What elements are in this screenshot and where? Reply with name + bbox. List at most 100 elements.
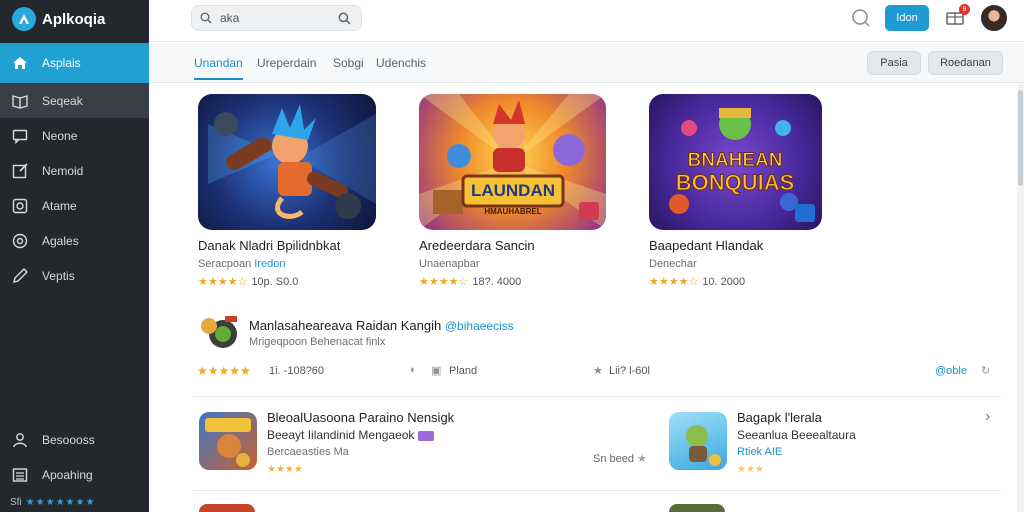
star-outline-icon: ★ bbox=[593, 365, 603, 377]
list-item-meta: Sn beed ★ bbox=[593, 452, 647, 465]
app-card-link[interactable]: Iredon bbox=[254, 258, 285, 270]
sidebar-item-2[interactable]: Neone bbox=[0, 118, 149, 153]
sidebar-item-4[interactable]: Atame bbox=[0, 188, 149, 223]
filter-pill-0[interactable]: Pasia bbox=[867, 51, 921, 75]
list-item-title: BleoalUasoona Paraino Nensigk bbox=[267, 410, 455, 425]
tab-0[interactable]: Unandan bbox=[194, 56, 243, 80]
list-icon bbox=[12, 467, 28, 483]
search-shortcut-icon[interactable] bbox=[851, 8, 871, 28]
app-card-subtitle: Denechar bbox=[649, 258, 849, 270]
card-art-caption: BNAHEAN bbox=[688, 150, 783, 171]
search-submit-icon[interactable] bbox=[338, 12, 351, 25]
app-card-1[interactable]: LAUNDAN HMAUHABREL Aredeerdara Sancin Un… bbox=[419, 94, 619, 288]
sidebar-footer-rating: Sfi ★★★★★★★ bbox=[10, 497, 95, 508]
sidebar-item-list[interactable]: Apoahing bbox=[0, 457, 149, 492]
app-card-2[interactable]: BNAHEAN BONQUIAS Baapedant Hlandak Denec… bbox=[649, 94, 849, 288]
card-art-subcaption: HMAUHABREL bbox=[484, 207, 541, 216]
book-icon bbox=[12, 93, 28, 109]
sidebar-nav: Asplais Seqeak Neone Nemoid Atame Agales… bbox=[0, 43, 149, 293]
list-item-meta-text: Sn beed bbox=[593, 453, 634, 465]
sidebar-item-label: Atame bbox=[42, 198, 77, 213]
tab-bar: Unandan Ureperdain Sobgi Udenchis Pasia … bbox=[149, 43, 1024, 83]
list-item-0[interactable]: BleoalUasoona Paraino Nensigk Beeayt Iil… bbox=[197, 410, 667, 482]
list-item-detail: Rtiek AIE bbox=[737, 446, 783, 458]
notifications-button[interactable]: 9 bbox=[945, 4, 970, 28]
search-input[interactable] bbox=[220, 11, 330, 25]
footer-rating-label: Sfi bbox=[10, 497, 22, 508]
edit-icon bbox=[12, 162, 28, 179]
avatar[interactable] bbox=[981, 5, 1007, 31]
app-card-title: Baapedant Hlandak bbox=[649, 238, 764, 253]
scrollbar[interactable] bbox=[1017, 84, 1024, 512]
app-card-image: BNAHEAN BONQUIAS bbox=[649, 94, 822, 230]
scrollbar-thumb[interactable] bbox=[1018, 90, 1023, 186]
app-card-publisher: Unaenapbar bbox=[419, 258, 480, 270]
rating-stars-icon: ★★★★☆ bbox=[649, 276, 699, 288]
list-item-image bbox=[199, 412, 257, 470]
pencil-icon bbox=[12, 267, 28, 284]
search-box[interactable] bbox=[191, 5, 362, 31]
app-card-title: Aredeerdara Sancin bbox=[419, 238, 535, 253]
search-icon bbox=[200, 12, 212, 24]
rating-stars-icon: ★★★ bbox=[737, 464, 764, 475]
app-card-subtitle: Seracpoan Iredon bbox=[198, 258, 398, 270]
sidebar-item-label: Apoahing bbox=[42, 467, 93, 482]
app-card-rating: ★★★★☆ 18?. 4000 bbox=[419, 275, 619, 289]
sidebar-item-label: Agales bbox=[42, 233, 79, 248]
featured-link[interactable]: @oble bbox=[935, 365, 967, 377]
user-icon bbox=[12, 432, 28, 448]
sidebar: Aplkoqia Asplais Seqeak Neone Nemoid Ata… bbox=[0, 0, 149, 512]
app-card-image bbox=[198, 94, 376, 230]
rating-stars-icon: ★★★★★ bbox=[197, 364, 251, 378]
app-card-image: LAUNDAN HMAUHABREL bbox=[419, 94, 606, 230]
featured-action-2[interactable]: Lii? l-60l bbox=[609, 365, 650, 377]
primary-action-button[interactable]: Idon bbox=[885, 5, 929, 31]
tab-1[interactable]: Ureperdain bbox=[257, 56, 316, 70]
list-item-subtitle: Seeanlua Beeealtaura bbox=[737, 428, 856, 442]
list-item-image-partial bbox=[669, 504, 725, 512]
list-item-image-partial bbox=[199, 504, 255, 512]
divider bbox=[193, 490, 1001, 491]
sidebar-item-0[interactable]: Asplais bbox=[0, 43, 149, 83]
filter-pill-1[interactable]: Roedanan bbox=[928, 51, 1003, 75]
sidebar-item-1[interactable]: Seqeak bbox=[0, 83, 149, 118]
featured-title: Manlasaheareava Raidan Kangih @bihaeecis… bbox=[249, 318, 514, 333]
notification-badge: 9 bbox=[959, 4, 970, 15]
app-name: Aplkoqia bbox=[42, 10, 106, 28]
list-item-subtitle: Beeayt Iilandinid Mengaeok bbox=[267, 428, 434, 442]
tab-2[interactable]: Sobgi bbox=[333, 56, 364, 70]
tag-icon bbox=[417, 430, 434, 441]
chat-icon bbox=[12, 128, 28, 144]
sidebar-item-5[interactable]: Agales bbox=[0, 223, 149, 258]
comment-icon[interactable]: ◐ bbox=[410, 364, 417, 376]
list-item-1[interactable]: Bagapk l'lerala Seeanlua Beeealtaura Rti… bbox=[667, 408, 1007, 482]
top-bar: Idon 9 bbox=[149, 0, 1024, 42]
sidebar-item-3[interactable]: Nemoid bbox=[0, 153, 149, 188]
sidebar-bottom: Besoooss Apoahing bbox=[0, 422, 149, 492]
featured-action-1[interactable]: Pland bbox=[449, 365, 477, 377]
featured-handle-link[interactable]: @bihaeeciss bbox=[445, 319, 514, 333]
app-card-0[interactable]: Danak Nladri Bpilidnbkat Seracpoan Iredo… bbox=[198, 94, 398, 288]
divider bbox=[193, 396, 1001, 397]
app-card-rating: ★★★★☆ 10p. S0.0 bbox=[198, 275, 398, 289]
app-card-publisher: Denechar bbox=[649, 258, 697, 270]
star-outline-icon: ★ bbox=[637, 453, 647, 465]
rating-stars-icon: ★★★★ bbox=[267, 464, 303, 475]
app-card-rating-value: 10p. S0.0 bbox=[251, 275, 299, 288]
tab-3[interactable]: Udenchis bbox=[376, 56, 426, 70]
sidebar-item-6[interactable]: Veptis bbox=[0, 258, 149, 293]
footer-stars-icon: ★★★★★★★ bbox=[25, 497, 96, 508]
home-icon bbox=[12, 55, 28, 71]
sidebar-item-label: Besoooss bbox=[42, 432, 95, 447]
chevron-right-icon[interactable]: › bbox=[985, 408, 990, 426]
featured-rating-value: 1i. -108?60 bbox=[269, 365, 325, 377]
app-card-subtitle: Unaenapbar bbox=[419, 258, 619, 270]
card-art-subcaption: BONQUIAS bbox=[676, 170, 795, 195]
sidebar-item-label: Veptis bbox=[42, 268, 75, 283]
brand[interactable]: Aplkoqia bbox=[12, 6, 105, 32]
rating-stars-icon: ★★★★☆ bbox=[198, 276, 248, 288]
app-card-rating: ★★★★☆ 10. 2000 bbox=[649, 275, 849, 289]
app-card-publisher: Seracpoan bbox=[198, 258, 252, 270]
sidebar-item-account[interactable]: Besoooss bbox=[0, 422, 149, 457]
refresh-icon[interactable]: ↻ bbox=[981, 364, 990, 377]
